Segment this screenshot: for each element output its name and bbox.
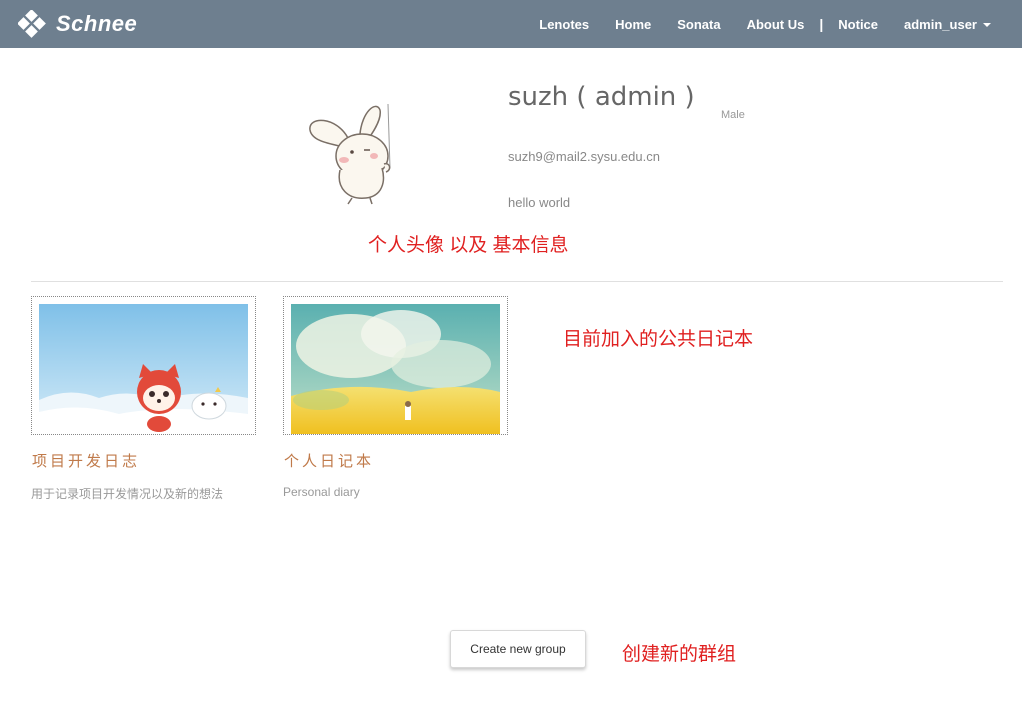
notebook-card-personal-diary[interactable] [283,296,508,435]
notebook-title[interactable]: 项目开发日志 [32,450,140,471]
profile-gender: Male [721,109,745,121]
create-group-annotation: 创建新的群组 [622,644,737,665]
user-dropdown[interactable]: admin_user [891,17,1004,32]
nav-separator: | [819,16,824,32]
nav-link-lenotes[interactable]: Lenotes [526,17,602,32]
profile-annotation: 个人头像 以及 基本信息 [368,235,569,256]
nav-link-home[interactable]: Home [602,17,664,32]
nav-link-sonata[interactable]: Sonata [664,17,733,32]
notebooks-annotation: 目前加入的公共日记本 [563,329,754,350]
notebook-card-dev-log[interactable] [31,296,256,435]
notebook-title[interactable]: 个人日记本 [284,450,374,471]
user-name: admin_user [904,16,977,32]
field-landscape-cover-icon [291,304,500,434]
nav-menu: Lenotes Home Sonata About Us | Notice ad… [526,0,1004,48]
snowflake-diamond-icon [17,9,46,38]
brand-name: Schnee [56,11,138,36]
section-divider [31,281,1003,282]
nav-link-notice[interactable]: Notice [825,17,891,32]
cartoon-fox-cover-icon [39,304,248,434]
brand-logo[interactable]: Schnee [17,9,138,39]
top-navbar: Schnee Lenotes Home Sonata About Us | No… [0,0,1022,48]
user-avatar [300,98,410,208]
profile-name: suzh ( admin ) [508,82,695,112]
notebook-description: 用于记录项目开发情况以及新的想法 [31,487,224,501]
profile-motto: hello world [508,195,571,210]
create-group-button[interactable]: Create new group [450,630,586,668]
nav-link-about-us[interactable]: About Us [734,17,818,32]
caret-down-icon [983,23,991,28]
bunny-avatar-icon [300,103,410,212]
profile-email: suzh9@mail2.sysu.edu.cn [508,149,660,164]
notebook-description: Personal diary [283,485,360,499]
